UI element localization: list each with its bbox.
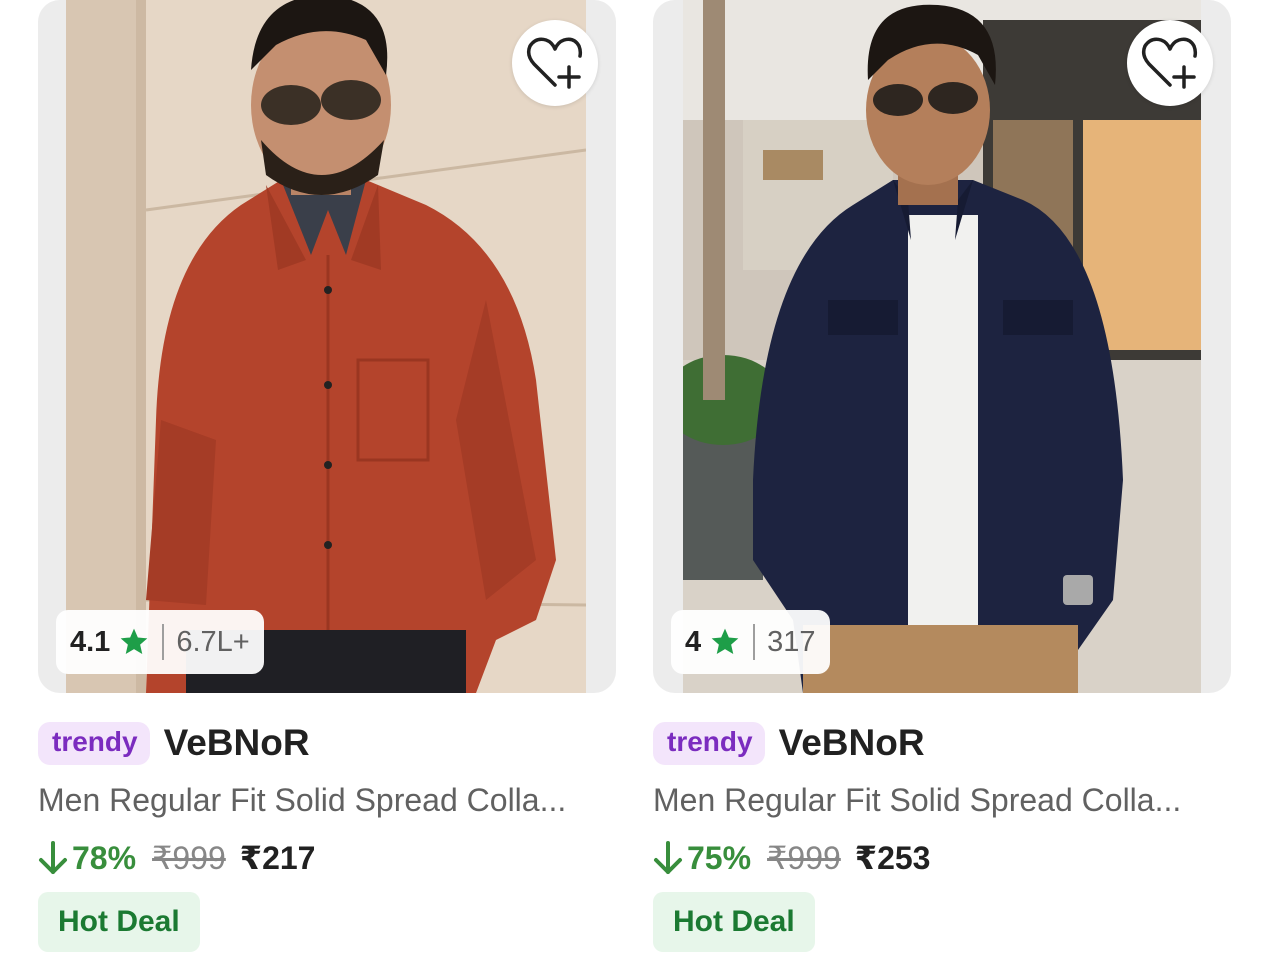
rating-value: 4 — [685, 625, 702, 658]
brand-row: trendy VeBNoR — [653, 720, 925, 766]
rating-pill: 4 317 — [671, 610, 830, 674]
arrow-down-icon — [653, 840, 683, 876]
price-row: 75% ₹999 ₹253 — [653, 836, 930, 880]
selling-price: ₹217 — [239, 840, 316, 876]
heart-plus-icon — [1141, 37, 1198, 89]
product-image-container[interactable]: 4.1 6.7L+ — [38, 0, 616, 693]
trendy-badge: trendy — [38, 721, 150, 765]
original-price: ₹999 — [152, 840, 226, 876]
discount-percent: 78% — [72, 839, 137, 876]
price-row: 78% ₹999 ₹217 — [38, 836, 315, 880]
arrow-down-icon — [38, 840, 68, 876]
product-title[interactable]: Men Regular Fit Solid Spread Colla... — [38, 778, 616, 822]
discount-percent: 75% — [687, 839, 752, 876]
trendy-badge: trendy — [653, 721, 765, 765]
brand-name: VeBNoR — [778, 722, 925, 763]
original-price: ₹999 — [767, 840, 841, 876]
product-image-container[interactable]: 4 317 — [653, 0, 1231, 693]
product-grid: 4.1 6.7L+ trendy VeBNoR Men Regular Fit … — [0, 0, 1280, 954]
product-title[interactable]: Men Regular Fit Solid Spread Colla... — [653, 778, 1231, 822]
wishlist-button[interactable] — [512, 20, 598, 106]
heart-plus-icon — [526, 37, 583, 89]
brand-row: trendy VeBNoR — [38, 720, 310, 766]
selling-price: ₹253 — [854, 840, 931, 876]
rating-pill: 4.1 6.7L+ — [56, 610, 264, 674]
product-photo-red-shirt[interactable] — [66, 0, 586, 693]
hot-deal-badge: Hot Deal — [653, 892, 815, 952]
rating-count: 317 — [767, 625, 816, 658]
wishlist-button[interactable] — [1127, 20, 1213, 106]
rating-count: 6.7L+ — [176, 625, 250, 658]
brand-name: VeBNoR — [163, 722, 310, 763]
rating-value: 4.1 — [70, 625, 111, 658]
star-icon — [709, 626, 741, 658]
product-card[interactable]: 4 317 trendy VeBNoR Men Regular Fit Soli… — [653, 0, 1231, 954]
product-card[interactable]: 4.1 6.7L+ trendy VeBNoR Men Regular Fit … — [38, 0, 616, 954]
rating-divider — [162, 624, 165, 660]
rating-divider — [753, 624, 756, 660]
product-photo-navy-shirt[interactable] — [683, 0, 1201, 693]
star-icon — [118, 626, 150, 658]
hot-deal-badge: Hot Deal — [38, 892, 200, 952]
